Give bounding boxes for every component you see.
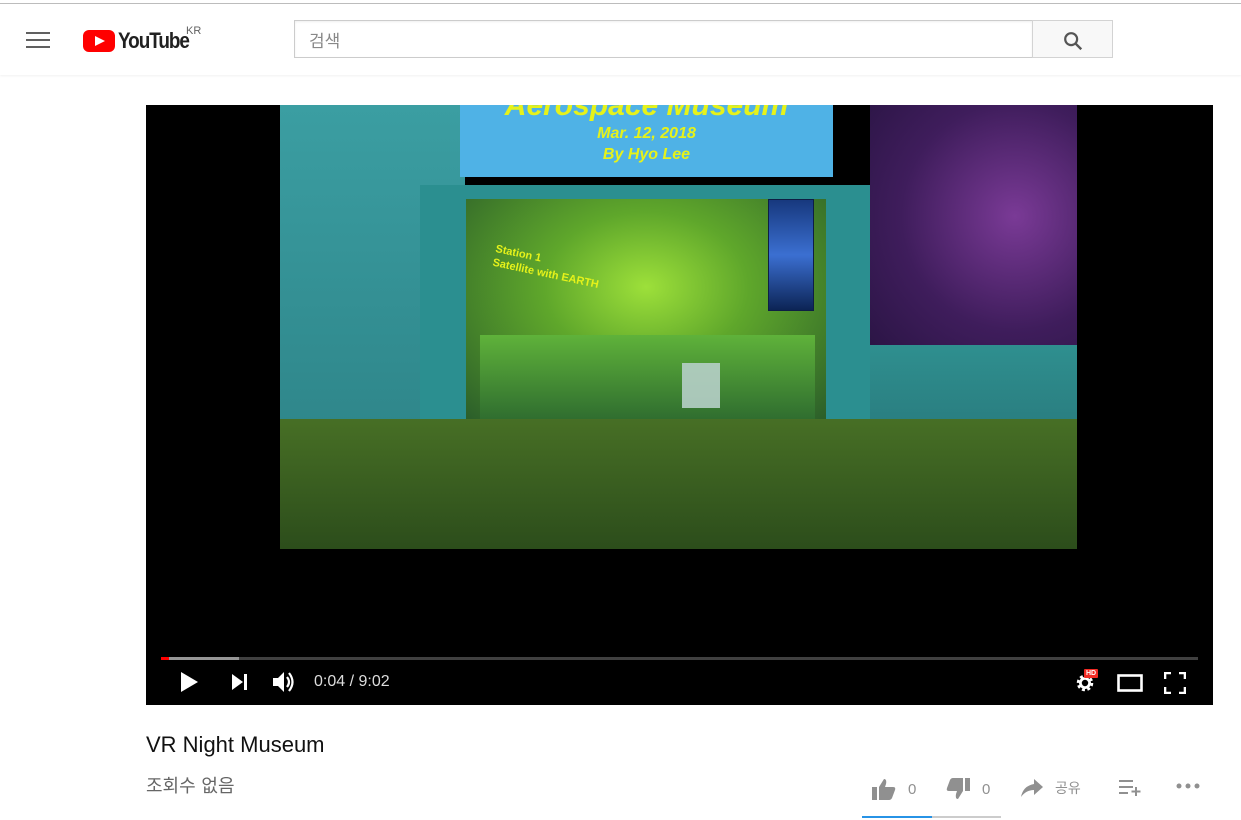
logo-text: YouTube bbox=[118, 28, 190, 53]
playlist-add-icon bbox=[1119, 780, 1141, 796]
hd-badge: HD bbox=[1084, 669, 1099, 678]
video-player[interactable]: Station 1 Satellite with EARTH Aerospace… bbox=[146, 105, 1213, 705]
scene-block bbox=[682, 363, 720, 408]
hamburger-menu-icon[interactable] bbox=[26, 32, 50, 50]
more-icon bbox=[1176, 783, 1200, 789]
sentiment-bar bbox=[862, 816, 1001, 818]
settings-button[interactable]: HD bbox=[1074, 669, 1099, 699]
volume-icon bbox=[273, 672, 294, 692]
search-button[interactable] bbox=[1032, 20, 1113, 58]
more-actions-button[interactable] bbox=[1176, 782, 1212, 790]
dislike-count: 0 bbox=[982, 780, 991, 798]
sign-date: Mar. 12, 2018 bbox=[597, 125, 696, 142]
scene-grass bbox=[280, 419, 1077, 549]
next-icon bbox=[232, 674, 247, 690]
time-display: 0:04 / 9:02 bbox=[314, 673, 390, 690]
volume-button[interactable] bbox=[271, 669, 297, 700]
next-button[interactable] bbox=[231, 673, 249, 696]
like-count: 0 bbox=[908, 780, 917, 798]
video-title: VR Night Museum bbox=[146, 732, 325, 757]
fullscreen-icon bbox=[1163, 671, 1187, 695]
progress-bar[interactable] bbox=[161, 657, 1198, 660]
scene-poster bbox=[768, 199, 814, 311]
player-controls: 0:04 / 9:02 HD bbox=[146, 653, 1213, 705]
share-label: 공유 bbox=[1055, 781, 1081, 797]
play-icon bbox=[181, 672, 198, 692]
sign-author: By Hyo Lee bbox=[602, 146, 691, 163]
country-code: KR bbox=[186, 25, 202, 37]
masthead: YouTube KR 검색 bbox=[0, 4, 1241, 75]
search-input[interactable]: 검색 bbox=[294, 20, 1032, 58]
dislike-button[interactable]: 0 bbox=[946, 778, 990, 800]
museum-sign: Aerospace Museum Mar. 12, 2018 By Hyo Le… bbox=[460, 105, 833, 177]
progress-loaded bbox=[161, 657, 239, 660]
video-frame[interactable]: Station 1 Satellite with EARTH Aerospace… bbox=[280, 105, 1077, 549]
like-button[interactable]: 0 bbox=[872, 778, 916, 800]
thumbs-down-icon bbox=[946, 778, 970, 799]
scene-corridor-floor bbox=[480, 335, 815, 420]
theater-mode-icon bbox=[1117, 674, 1143, 692]
share-icon bbox=[1021, 779, 1043, 797]
theater-mode-button[interactable] bbox=[1117, 674, 1143, 697]
sentiment-like-fill bbox=[862, 816, 932, 818]
thumbs-up-icon bbox=[872, 779, 896, 800]
save-to-playlist-button[interactable] bbox=[1119, 778, 1155, 796]
video-actions: 0 0 공유 bbox=[0, 770, 1241, 810]
youtube-logo[interactable]: YouTube KR bbox=[83, 25, 201, 53]
progress-played bbox=[161, 657, 169, 660]
play-button[interactable] bbox=[178, 671, 200, 698]
search-icon bbox=[1064, 32, 1083, 51]
sign-title: Aerospace Museum bbox=[504, 105, 789, 122]
youtube-play-icon bbox=[83, 30, 115, 52]
fullscreen-button[interactable] bbox=[1163, 671, 1187, 699]
share-button[interactable]: 공유 bbox=[1021, 778, 1081, 798]
